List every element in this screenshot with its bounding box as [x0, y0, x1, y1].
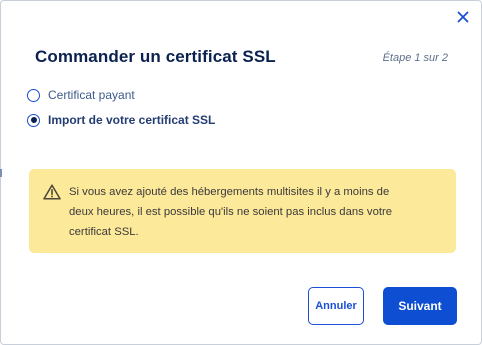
warning-message: Si vous avez ajouté des hébergements mul…: [29, 169, 456, 253]
warning-text-line: Si vous avez ajouté des hébergements mul…: [69, 186, 390, 198]
warning-text: Si vous avez ajouté des hébergements mul…: [69, 182, 392, 242]
warning-triangle-icon: [43, 184, 61, 200]
warning-text-line: certificat SSL.: [69, 226, 139, 238]
option-import-certificate[interactable]: Import de votre certificat SSL: [27, 113, 215, 127]
radio-button[interactable]: [27, 88, 40, 102]
cancel-button[interactable]: Annuler: [308, 287, 364, 325]
close-icon: [457, 11, 469, 23]
option-paid-certificate[interactable]: Certificat payant: [27, 88, 135, 102]
warning-text-line: deux heures, il est possible qu'ils ne s…: [69, 206, 393, 218]
dialog-title: Commander un certificat SSL: [35, 47, 276, 66]
step-indicator: Étape 1 sur 2: [382, 52, 448, 64]
close-button[interactable]: [451, 5, 475, 29]
radio-button-selected[interactable]: [27, 113, 40, 127]
next-button[interactable]: Suivant: [383, 287, 457, 325]
ssl-order-dialog: Commander un certificat SSL Étape 1 sur …: [0, 0, 482, 345]
option-label: Import de votre certificat SSL: [48, 113, 216, 127]
left-edge-marker: [0, 169, 2, 177]
option-label: Certificat payant: [48, 88, 135, 102]
